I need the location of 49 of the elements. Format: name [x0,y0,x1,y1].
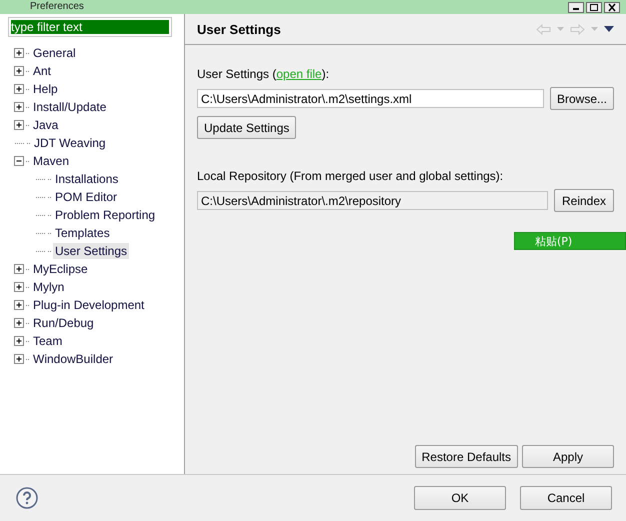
tree-item[interactable]: Maven [31,153,72,169]
tree-item[interactable]: Mylyn [31,279,66,295]
tree-item[interactable]: Java [31,117,60,133]
tree-item[interactable]: JDT Weaving [32,135,108,151]
browse-button[interactable]: Browse... [550,87,614,110]
tree-item[interactable]: Templates [53,225,112,241]
tree-item[interactable]: WindowBuilder [31,351,116,367]
window-title: Preferences [30,1,84,13]
expand-icon[interactable] [14,282,25,292]
minimize-icon[interactable] [568,2,584,12]
repository-path-field[interactable]: C:\Users\Administrator\.m2\repository [197,191,548,210]
tree-item[interactable]: Plug-in Development [31,297,146,313]
tree-item[interactable]: Installations [53,171,120,187]
tree-item[interactable]: Problem Reporting [53,207,158,223]
local-repository-label: Local Repository (From merged user and global settings): [197,169,504,183]
ok-button[interactable]: OK [414,486,506,510]
tree-item[interactable]: MyEclipse [31,261,90,277]
collapse-icon[interactable] [14,156,25,166]
maximize-icon[interactable] [586,2,602,12]
expand-icon[interactable] [14,336,25,346]
expand-icon[interactable] [14,48,25,58]
settings-path-field[interactable]: C:\Users\Administrator\.m2\settings.xml [197,89,544,108]
expand-icon[interactable] [14,318,25,328]
reindex-button[interactable]: Reindex [554,189,614,212]
tree-item[interactable]: User Settings [53,243,130,259]
tree-item[interactable]: Team [31,333,64,349]
expand-icon[interactable] [14,84,25,94]
tree-item[interactable]: POM Editor [53,189,120,205]
user-settings-label: User Settings (open file): [197,67,330,81]
expand-icon[interactable] [14,102,25,112]
tree-item[interactable]: Install/Update [31,99,108,115]
expand-icon[interactable] [14,264,25,274]
expand-icon[interactable] [14,120,25,130]
help-icon[interactable] [16,487,38,509]
tree-item[interactable]: Ant [31,63,54,79]
restore-defaults-button[interactable]: Restore Defaults [414,445,518,468]
expand-icon[interactable] [14,354,25,364]
tree-item[interactable]: General [31,45,78,61]
filter-field[interactable]: type filter text [8,17,172,37]
cancel-button[interactable]: Cancel [520,486,612,510]
tree-item[interactable]: Help [31,81,60,97]
view-menu-icon[interactable] [604,26,614,32]
tree-item[interactable]: Run/Debug [31,315,96,331]
expand-icon[interactable] [14,66,25,76]
apply-button[interactable]: Apply [522,445,614,468]
update-settings-button[interactable]: Update Settings [197,116,296,139]
close-icon[interactable] [604,2,620,12]
expand-icon[interactable] [14,300,25,310]
page-title: User Settings [197,22,281,36]
